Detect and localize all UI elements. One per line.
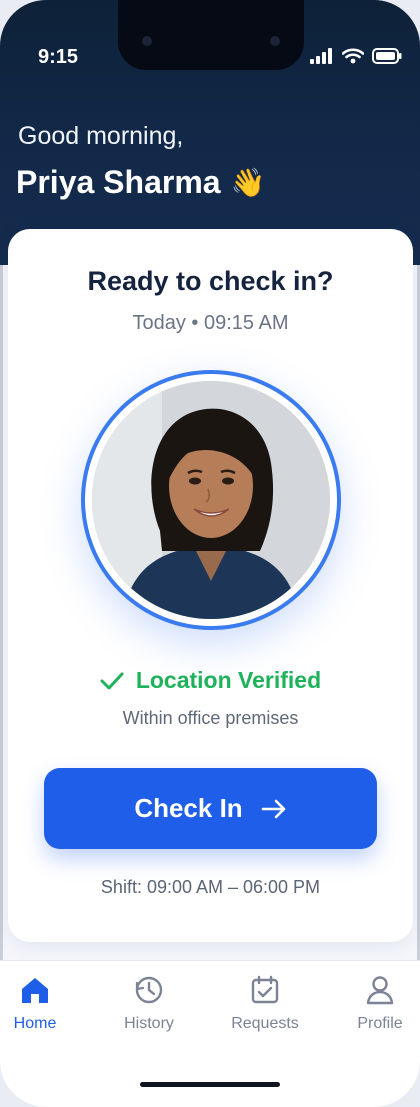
tab-requests[interactable]: Requests: [215, 975, 315, 1033]
checkmark-icon: [100, 672, 124, 689]
home-icon: [22, 978, 48, 1003]
card-date-time: Today • 09:15 AM: [132, 312, 289, 334]
status-time: 9:15: [38, 46, 79, 68]
sensor-icon: [142, 36, 152, 46]
waving-hand-icon: 👋: [230, 167, 266, 198]
profile-icon: [366, 976, 394, 1005]
location-detail: Within office premises: [122, 708, 299, 728]
signal-icon: [310, 48, 332, 64]
arrow-right-icon: [261, 799, 285, 818]
camera-notch: [118, 0, 304, 70]
checkin-card: Ready to check in? Today • 09:15 AM Loca…: [8, 229, 413, 942]
battery-icon: [372, 48, 402, 64]
tab-history-label: History: [124, 1015, 174, 1032]
home-indicator: [140, 1082, 280, 1087]
tab-profile-label: Profile: [357, 1015, 403, 1032]
tab-profile[interactable]: Profile: [330, 975, 420, 1033]
greeting-text: Good morning,: [18, 122, 184, 150]
tab-history[interactable]: History: [99, 975, 199, 1033]
history-icon: [135, 976, 163, 1004]
shift-hours: Shift: 09:00 AM – 06:00 PM: [100, 877, 321, 897]
check-in-button[interactable]: Check In: [44, 768, 377, 849]
user-name-text: Priya Sharma: [16, 164, 221, 200]
check-in-label: Check In: [134, 793, 243, 823]
wifi-icon: [342, 48, 364, 64]
camera-icon: [270, 36, 280, 46]
avatar-portrait: [92, 381, 330, 619]
card-title: Ready to check in?: [87, 266, 334, 296]
user-name: Priya Sharma 👋: [16, 164, 265, 201]
location-status-text: Location Verified: [135, 667, 322, 693]
tab-requests-label: Requests: [231, 1015, 299, 1032]
tab-home[interactable]: Home: [0, 975, 85, 1033]
status-icons: [310, 48, 402, 64]
selfie-frame[interactable]: [81, 370, 341, 630]
requests-icon: [251, 975, 279, 1004]
phone-screen: 9:15 Good morning, Priya Sharma 👋 Ready …: [0, 0, 420, 1107]
location-status: Location Verified: [8, 667, 413, 694]
tab-home-label: Home: [13, 1015, 57, 1032]
user-photo: [92, 381, 330, 619]
header: 9:15 Good morning, Priya Sharma 👋: [0, 0, 420, 265]
